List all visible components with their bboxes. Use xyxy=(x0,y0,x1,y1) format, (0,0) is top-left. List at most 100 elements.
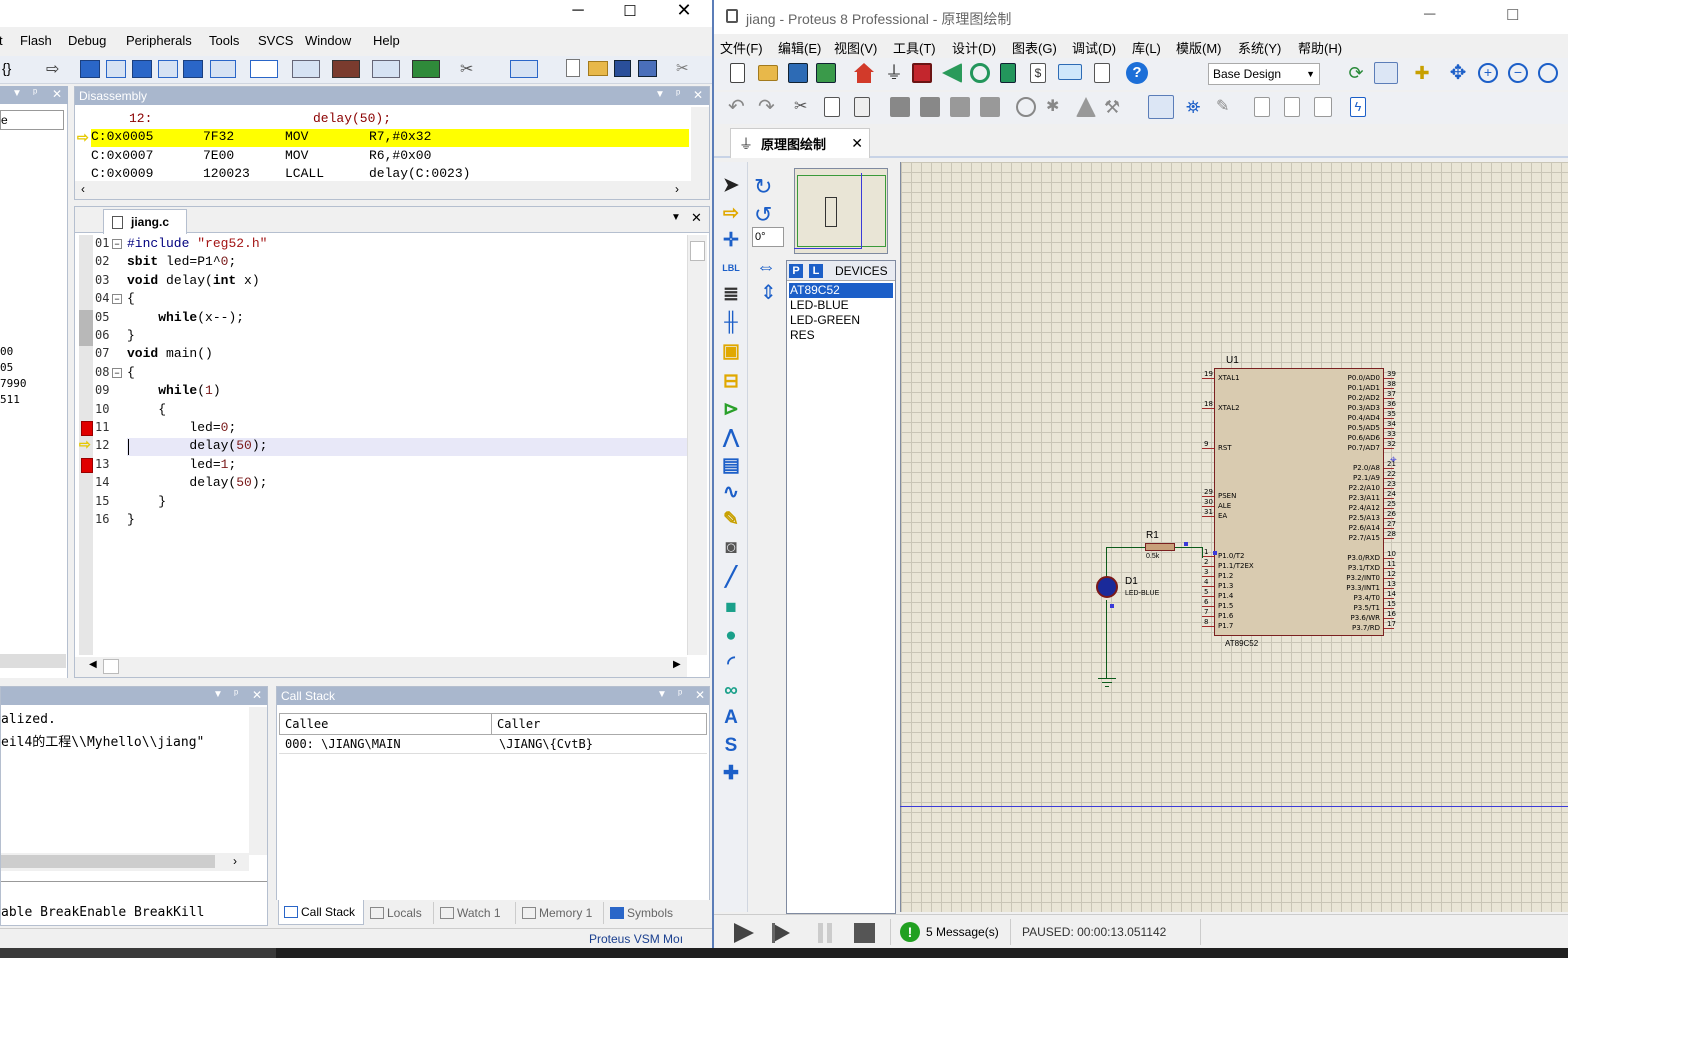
buses-icon[interactable]: ╫ xyxy=(718,311,744,335)
bom-icon[interactable] xyxy=(1000,63,1016,83)
tab-symbols[interactable]: Symbols xyxy=(608,902,692,924)
menu-item[interactable]: t xyxy=(0,33,3,48)
circle-2d-icon[interactable]: ● xyxy=(718,624,744,648)
callstack-col-caller[interactable]: Caller xyxy=(491,713,707,735)
panel-dropdown-icon[interactable]: ▼ xyxy=(657,689,667,700)
pin-line[interactable] xyxy=(1202,496,1214,497)
rotate-ccw-icon[interactable]: ↺ xyxy=(754,202,772,228)
pin-line[interactable] xyxy=(1202,506,1214,507)
panel-pin-icon[interactable]: ᵖ xyxy=(678,688,682,700)
fold-toggle-icon[interactable]: − xyxy=(112,239,122,249)
panel-close-icon[interactable]: ✕ xyxy=(695,688,705,702)
pin-line[interactable] xyxy=(1202,516,1214,517)
pin-line[interactable] xyxy=(1384,558,1394,559)
open-file-icon[interactable] xyxy=(588,61,608,76)
panel-pin-icon[interactable]: ᵖ xyxy=(234,688,238,700)
pin-line[interactable] xyxy=(1202,606,1214,607)
play-button[interactable] xyxy=(734,923,754,943)
serial-window-icon[interactable] xyxy=(292,60,320,78)
pause-button[interactable] xyxy=(818,923,832,943)
virtual-instruments-icon[interactable]: ◙ xyxy=(718,536,744,560)
panel-close-icon[interactable]: ✕ xyxy=(693,88,703,102)
menu-help[interactable]: 帮助(H) xyxy=(1298,38,1342,57)
package-tool-icon[interactable] xyxy=(1076,97,1096,117)
pan-icon[interactable]: ✥ xyxy=(1448,63,1468,83)
pin-line[interactable] xyxy=(1384,608,1394,609)
panel-dropdown-icon[interactable]: ▼ xyxy=(213,689,223,700)
menu-system[interactable]: 系统(Y) xyxy=(1238,38,1281,57)
exit-parent-icon[interactable] xyxy=(1314,97,1332,117)
marker-2d-icon[interactable]: ✚ xyxy=(718,762,744,786)
code-line[interactable]: sbit led=P1^0; xyxy=(127,254,236,269)
run-to-cursor-icon[interactable]: ⇨ xyxy=(46,59,59,79)
pin-line[interactable] xyxy=(1384,628,1394,629)
toolbox-icon[interactable]: ✂ xyxy=(460,59,473,79)
pin-line[interactable] xyxy=(1202,448,1214,449)
panel-dropdown-icon[interactable]: ▼ xyxy=(655,89,665,100)
breakpoint-icon[interactable] xyxy=(81,457,93,473)
menu-svcs[interactable]: SVCS xyxy=(258,33,293,48)
symbols-window-icon[interactable] xyxy=(132,60,152,78)
memory-window-icon[interactable] xyxy=(250,60,278,78)
menu-window[interactable]: Window xyxy=(305,33,351,48)
pcb-icon[interactable] xyxy=(912,63,932,83)
device-item[interactable]: LED-GREEN xyxy=(789,313,893,328)
panel-pin-icon[interactable]: ᵖ xyxy=(33,87,37,99)
pin-line[interactable] xyxy=(1384,618,1394,619)
disassembly-window-icon[interactable] xyxy=(106,60,126,78)
paste-icon[interactable] xyxy=(854,97,870,117)
code-line[interactable]: led=1; xyxy=(127,457,236,472)
code-line[interactable]: { xyxy=(127,291,135,306)
notes-icon[interactable] xyxy=(1094,63,1110,83)
rotate-cw-icon[interactable]: ↻ xyxy=(754,174,772,200)
system-viewer-icon[interactable] xyxy=(412,60,440,78)
pin-line[interactable] xyxy=(1202,616,1214,617)
menu-file[interactable]: 文件(F) xyxy=(720,38,763,57)
menu-tools[interactable]: 工具(T) xyxy=(893,38,936,57)
pin-line[interactable] xyxy=(1202,408,1214,409)
gerber-icon[interactable] xyxy=(970,63,990,83)
menu-peripherals[interactable]: Peripherals xyxy=(126,33,192,48)
pin-line[interactable] xyxy=(1384,478,1394,479)
breakpoint-icon[interactable] xyxy=(81,421,93,436)
overview-window[interactable] xyxy=(794,168,888,254)
menu-graph[interactable]: 图表(G) xyxy=(1012,38,1057,57)
code-line[interactable]: } xyxy=(127,328,135,343)
pin-line[interactable] xyxy=(1202,576,1214,577)
wire-label-icon[interactable]: LBL xyxy=(718,256,744,280)
pin-line[interactable] xyxy=(1384,388,1394,389)
pin-line[interactable] xyxy=(1202,586,1214,587)
tab-schematic[interactable]: ⏚ 原理图绘制 ✕ xyxy=(730,128,870,158)
menu-edit[interactable]: 编辑(E) xyxy=(778,38,821,57)
block-rotate-icon[interactable] xyxy=(950,97,970,117)
panel-close-icon[interactable]: ✕ xyxy=(52,87,62,101)
code-line[interactable]: while(1) xyxy=(127,383,220,398)
device-item[interactable]: LED-BLUE xyxy=(789,298,893,313)
r1-resistor-body[interactable] xyxy=(1145,543,1175,551)
messages-count[interactable]: 5 Message(s) xyxy=(926,925,999,939)
arc-2d-icon[interactable]: ◜ xyxy=(718,652,744,676)
pin-line[interactable] xyxy=(1384,378,1394,379)
pin-line[interactable] xyxy=(1202,626,1214,627)
tab-memory-1[interactable]: Memory 1 xyxy=(520,902,604,924)
menu-help[interactable]: Help xyxy=(373,33,400,48)
pin-line[interactable] xyxy=(1202,556,1214,557)
component-mode-icon[interactable]: ⇨ xyxy=(718,202,744,226)
keil-close-button[interactable]: ✕ xyxy=(672,0,696,22)
selection-mode-icon[interactable]: ➤ xyxy=(718,174,744,198)
analysis-window-icon[interactable] xyxy=(332,60,360,78)
code-line[interactable]: { xyxy=(127,402,166,417)
disasm-line-current[interactable]: C:0x0005 7F32 MOV R7,#0x32 xyxy=(91,129,689,147)
callstack-callee[interactable]: 000: \JIANG\MAIN xyxy=(285,737,401,751)
pin-line[interactable] xyxy=(1202,566,1214,567)
callstack-caller[interactable]: \JIANG\{CvtB} xyxy=(499,737,593,751)
callstack-window-icon[interactable] xyxy=(183,60,203,78)
pin-line[interactable] xyxy=(1384,508,1394,509)
block-move-icon[interactable] xyxy=(920,97,940,117)
pin-line[interactable] xyxy=(1202,378,1214,379)
device-pins-icon[interactable]: ⊳ xyxy=(718,398,744,422)
panel-pin-icon[interactable]: ᵖ xyxy=(676,88,680,100)
close-icon[interactable]: ✕ xyxy=(851,135,863,152)
decompose-icon[interactable]: ⚒ xyxy=(1104,97,1124,117)
terminals-icon[interactable]: ⊟ xyxy=(718,370,744,394)
